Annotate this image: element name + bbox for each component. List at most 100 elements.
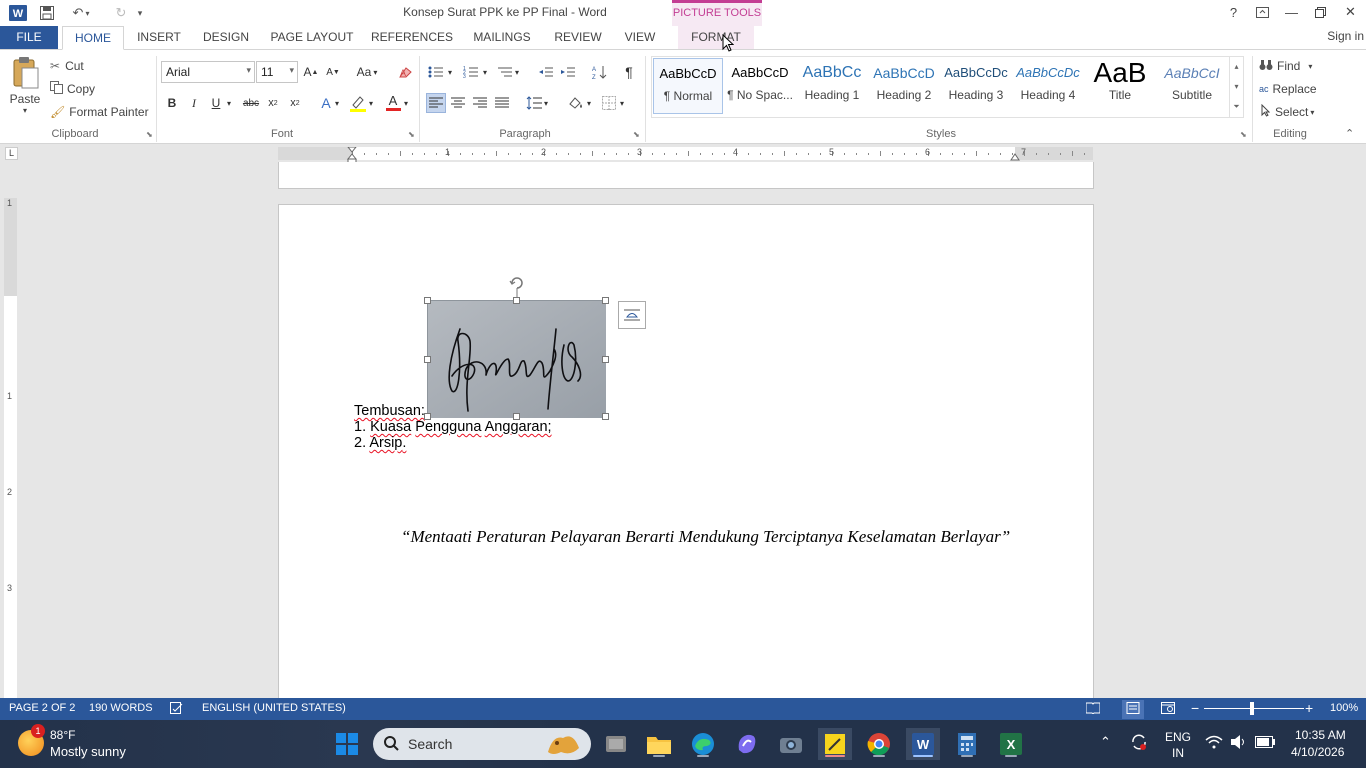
styles-scroll[interactable]: ▴ ▾ ⏷ — [1229, 57, 1243, 117]
weather-temp[interactable]: 88°F — [50, 728, 75, 742]
chevron-down-icon[interactable]: ▾ — [289, 65, 294, 76]
borders-dropdown-icon[interactable]: ▾ — [617, 93, 627, 113]
collapse-ribbon-icon[interactable]: ⌃ — [1345, 127, 1354, 140]
shading-dropdown-icon[interactable]: ▾ — [584, 93, 594, 113]
clear-formatting-icon[interactable]: A — [396, 62, 416, 82]
show-formatting-marks-icon[interactable]: ¶ — [619, 62, 639, 82]
scroll-down-icon[interactable]: ▾ — [1230, 77, 1243, 97]
shrink-font-icon[interactable]: A ▼ — [323, 62, 343, 82]
read-mode-icon[interactable] — [1085, 702, 1101, 717]
document-area[interactable]: Tembusan: 1. Kuasa Pengguna Anggaran; 2.… — [20, 162, 1366, 698]
cc-item-2[interactable]: 2. Arsip. — [354, 435, 406, 451]
more-styles-icon[interactable]: ⏷ — [1230, 97, 1243, 117]
zoom-slider-track[interactable] — [1204, 708, 1304, 709]
font-color-icon[interactable]: A — [383, 93, 403, 113]
layout-options-button[interactable] — [618, 301, 646, 329]
document-page[interactable]: Tembusan: 1. Kuasa Pengguna Anggaran; 2.… — [278, 204, 1094, 698]
calculator-icon[interactable] — [950, 728, 984, 760]
resize-handle[interactable] — [602, 297, 609, 304]
paste-button[interactable]: Paste ▾ — [6, 56, 44, 118]
style-heading-2[interactable]: AaBbCcD Heading 2 — [869, 58, 939, 114]
change-case-button[interactable]: Aa ▾ — [353, 62, 381, 82]
multilevel-dropdown-icon[interactable]: ▾ — [512, 62, 522, 82]
signature-image[interactable] — [427, 300, 606, 418]
resize-handle[interactable] — [602, 356, 609, 363]
start-icon[interactable] — [330, 728, 364, 760]
subscript-icon[interactable]: x2 — [263, 93, 283, 113]
resize-handle[interactable] — [513, 297, 520, 304]
highlight-icon[interactable] — [348, 93, 368, 113]
underline-icon[interactable]: U — [206, 93, 226, 113]
font-name-combobox[interactable]: Arial ▾ — [161, 61, 255, 83]
zoom-slider-thumb[interactable] — [1250, 702, 1254, 715]
wifi-icon[interactable] — [1205, 735, 1223, 752]
horizontal-ruler[interactable]: 1 2 3 4 5 6 7 — [278, 147, 1093, 165]
superscript-icon[interactable]: x2 — [285, 93, 305, 113]
vertical-ruler[interactable]: 1 1 2 3 — [4, 198, 17, 698]
tab-format[interactable]: FORMAT — [678, 26, 754, 50]
sticky-notes-icon[interactable] — [818, 728, 852, 760]
sign-in-link[interactable]: Sign in — [1327, 26, 1364, 46]
paragraph-launcher-icon[interactable]: ⬊ — [633, 130, 640, 139]
language-bottom[interactable]: IN — [1172, 746, 1184, 760]
style-heading-4[interactable]: AaBbCcDc Heading 4 — [1013, 58, 1083, 114]
copilot-icon[interactable] — [730, 728, 764, 760]
volume-icon[interactable] — [1230, 734, 1248, 753]
zoom-out-icon[interactable]: − — [1191, 700, 1199, 716]
select-button[interactable]: Select ▾ — [1261, 103, 1314, 121]
taskbar-search-box[interactable]: Search — [373, 728, 591, 760]
print-layout-icon[interactable] — [1122, 700, 1144, 719]
highlight-dropdown-icon[interactable]: ▾ — [366, 93, 376, 113]
styles-launcher-icon[interactable]: ⬊ — [1240, 130, 1247, 139]
clipboard-launcher-icon[interactable]: ⬊ — [146, 130, 153, 139]
web-layout-icon[interactable] — [1161, 702, 1175, 717]
line-spacing-dropdown-icon[interactable]: ▾ — [541, 93, 551, 113]
chrome-icon[interactable] — [862, 728, 896, 760]
task-view-icon[interactable] — [599, 728, 633, 760]
clock-date[interactable]: 4/10/2026 — [1291, 745, 1344, 759]
format-painter-button[interactable]: 🖌 Format Painter — [50, 103, 149, 121]
close-icon[interactable]: ✕ — [1336, 0, 1365, 24]
file-explorer-icon[interactable] — [642, 728, 676, 760]
font-launcher-icon[interactable]: ⬊ — [408, 130, 415, 139]
zoom-level[interactable]: 100% — [1330, 702, 1358, 714]
word-taskbar-icon[interactable]: W — [906, 728, 940, 760]
resize-handle[interactable] — [602, 413, 609, 420]
help-icon[interactable]: ? — [1219, 0, 1248, 24]
style-no-spacing[interactable]: AaBbCcD ¶ No Spac... — [725, 58, 795, 114]
word-count[interactable]: 190 WORDS — [89, 702, 153, 714]
underline-dropdown-icon[interactable]: ▾ — [224, 93, 234, 113]
tab-view[interactable]: VIEW — [616, 26, 664, 50]
minimize-icon[interactable]: — — [1277, 0, 1306, 24]
text-effects-dropdown-icon[interactable]: ▾ — [332, 93, 342, 113]
rotate-handle-icon[interactable] — [509, 275, 525, 297]
justify-icon[interactable] — [492, 93, 512, 113]
bullets-icon[interactable] — [426, 62, 446, 82]
clock-time[interactable]: 10:35 AM — [1295, 728, 1346, 742]
style-normal[interactable]: AaBbCcD ¶ Normal — [653, 58, 723, 114]
resize-handle[interactable] — [424, 413, 431, 420]
language-top[interactable]: ENG — [1165, 730, 1191, 744]
excel-icon[interactable]: X — [994, 728, 1028, 760]
replace-button[interactable]: ac Replace — [1259, 80, 1317, 98]
style-heading-1[interactable]: AaBbCc Heading 1 — [797, 58, 867, 114]
motto-footer-text[interactable]: “Mentaati Peraturan Pelayaran Berarti Me… — [401, 527, 1010, 547]
decrease-indent-icon[interactable] — [536, 62, 556, 82]
tab-mailings[interactable]: MAILINGS — [466, 26, 538, 50]
tray-overflow-icon[interactable]: ⌃ — [1100, 734, 1111, 750]
ribbon-display-options-icon[interactable] — [1248, 0, 1277, 24]
scroll-up-icon[interactable]: ▴ — [1230, 57, 1243, 77]
bold-icon[interactable]: B — [162, 93, 182, 113]
numbering-dropdown-icon[interactable]: ▾ — [480, 62, 490, 82]
chevron-down-icon[interactable]: ▾ — [1308, 62, 1312, 71]
camera-icon[interactable] — [774, 728, 808, 760]
cc-item-1[interactable]: 1. Kuasa Pengguna Anggaran; — [354, 419, 552, 435]
language-indicator[interactable]: ENGLISH (UNITED STATES) — [202, 702, 346, 714]
tab-file[interactable]: FILE — [0, 26, 58, 50]
copy-button[interactable]: Copy — [50, 80, 95, 98]
borders-icon[interactable] — [599, 93, 619, 113]
restore-icon[interactable] — [1306, 0, 1335, 24]
battery-icon[interactable] — [1255, 736, 1275, 751]
weather-desc[interactable]: Mostly sunny — [50, 744, 126, 759]
chevron-down-icon[interactable]: ▾ — [1310, 108, 1314, 117]
